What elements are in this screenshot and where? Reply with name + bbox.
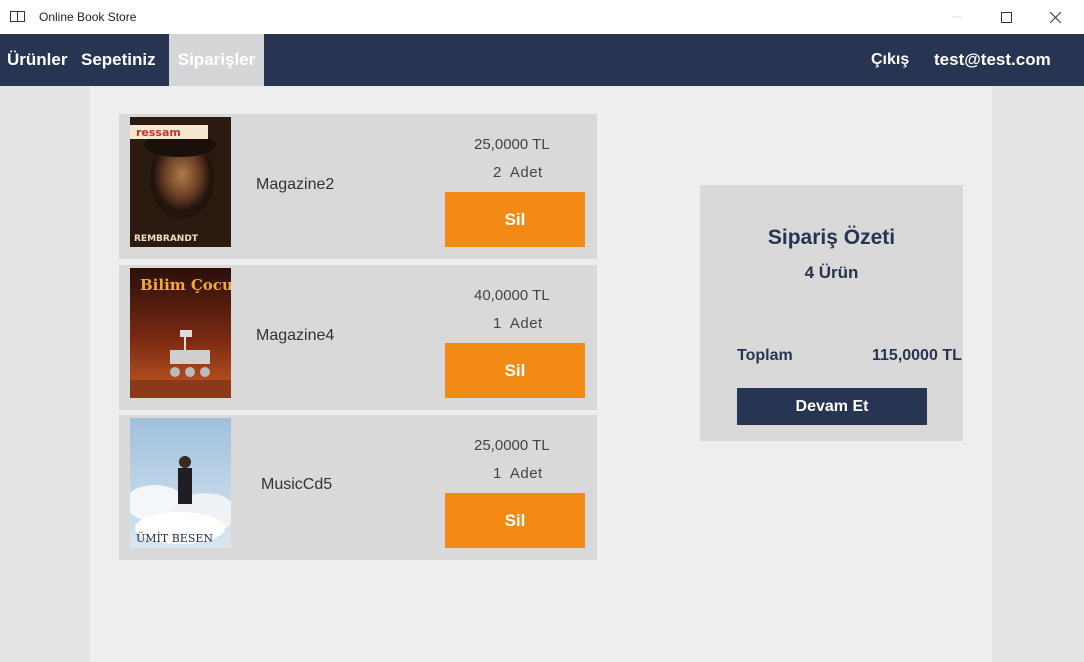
book-icon: [10, 11, 25, 22]
product-quantity: 2 Adet: [493, 164, 543, 181]
product-cover-image: ÜMİT BESEN: [130, 418, 231, 548]
continue-button[interactable]: Devam Et: [737, 388, 927, 425]
minimize-icon: [952, 16, 962, 18]
product-price: 40,0000 TL: [474, 287, 550, 304]
order-item: Bilim Çocuk Magazine4 40,0000 TL 1Adet S…: [119, 265, 597, 410]
window-title: Online Book Store: [39, 10, 137, 24]
minimize-button[interactable]: [934, 0, 980, 34]
nav-user-email[interactable]: test@test.com: [934, 34, 1051, 86]
remove-button[interactable]: Sil: [445, 192, 585, 247]
cover-bottom-text: REMBRANDT: [134, 234, 199, 244]
product-price: 25,0000 TL: [474, 437, 550, 454]
nav-sepetiniz[interactable]: Sepetiniz: [81, 34, 156, 86]
remove-button[interactable]: Sil: [445, 343, 585, 398]
product-cover-image: Bilim Çocuk: [130, 268, 231, 398]
remove-button[interactable]: Sil: [445, 493, 585, 548]
nav-siparisler[interactable]: Siparişler: [169, 34, 264, 86]
product-name: MusicCd5: [261, 476, 333, 493]
nav-cikis[interactable]: Çıkış: [871, 34, 909, 86]
summary-title: Sipariş Özeti: [767, 226, 896, 249]
product-name: Magazine4: [256, 327, 335, 344]
cover-bottom-text: ÜMİT BESEN: [136, 531, 213, 545]
maximize-button[interactable]: [983, 0, 1029, 34]
summary-total-value: 115,0000 TL: [872, 347, 962, 364]
window-titlebar: Online Book Store: [0, 0, 1084, 34]
product-name: Magazine2: [256, 176, 335, 193]
navbar: Ürünler Sepetiniz Siparişler Çıkış test@…: [0, 34, 1084, 86]
summary-item-count: 4 Ürün: [804, 263, 859, 282]
maximize-icon: [1000, 11, 1012, 23]
product-quantity: 1 Adet: [493, 315, 543, 332]
order-item: ÜMİT BESEN MusicCd5 25,0000 TL 1 Adet Sil: [119, 415, 597, 560]
summary-total-label: Toplam: [737, 347, 793, 364]
product-quantity: 1 Adet: [493, 465, 543, 482]
close-icon: [1049, 11, 1061, 23]
close-button[interactable]: [1032, 0, 1078, 34]
order-summary-panel: Sipariş Özeti 4 Ürün Toplam 115,0000 TL …: [700, 185, 963, 441]
cover-title: Bilim Çocuk: [140, 276, 231, 294]
product-cover-image: ressam REMBRANDT: [130, 117, 231, 247]
cover-title: ressam: [136, 126, 181, 139]
product-price: 25,0000 TL: [474, 136, 550, 153]
order-item: ressam REMBRANDT Magazine2 25,0000 TL 2A…: [119, 114, 597, 259]
nav-urunler[interactable]: Ürünler: [7, 34, 67, 86]
